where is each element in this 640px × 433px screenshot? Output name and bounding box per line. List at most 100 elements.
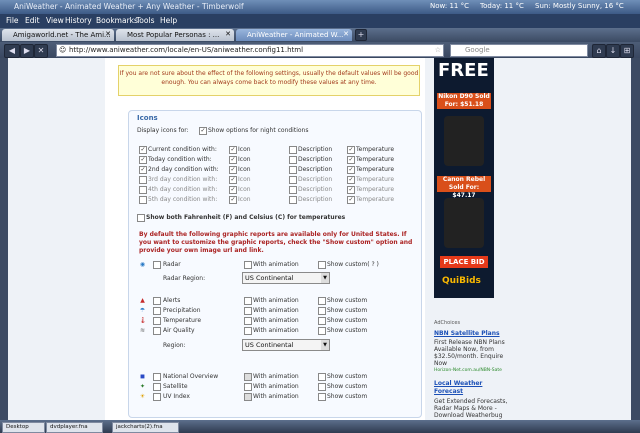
air-quality-checkbox[interactable] <box>153 327 161 335</box>
taskbar-desktop[interactable]: Desktop <box>2 422 45 433</box>
ad-brand-logo: QuiBids <box>442 276 481 286</box>
national-overview-checkbox[interactable] <box>153 373 161 381</box>
panel-title: Icons <box>137 114 158 122</box>
temperature-custom-checkbox[interactable] <box>318 317 326 325</box>
row-label: 5th day condition with: <box>148 196 218 203</box>
taskbar: Desktop dvdplayer.fna jackcharts(2).fna <box>0 420 640 433</box>
row-checkbox[interactable] <box>139 196 147 204</box>
row-checkbox[interactable] <box>139 186 147 194</box>
bookmark-star-icon[interactable]: ☆ <box>435 45 441 56</box>
precipitation-custom-checkbox[interactable] <box>318 307 326 315</box>
fahrenheit-checkbox[interactable] <box>137 214 145 222</box>
back-button[interactable]: ◀ <box>4 44 20 58</box>
camera-icon <box>444 116 484 166</box>
navigation-bar: ◀ ▶ ✕ ☺ http://www.aniweather.com/locale… <box>0 42 640 58</box>
region-select[interactable]: US Continental ▼ <box>242 339 330 351</box>
downloads-button[interactable]: ↓ <box>606 44 620 58</box>
banner-ad[interactable]: FREE Nikon D90 Sold For: $51.18 Canon Re… <box>434 58 494 298</box>
uv-index-checkbox[interactable] <box>153 393 161 401</box>
icon-checkbox[interactable]: ✓ <box>229 146 237 154</box>
uv-index-custom-checkbox[interactable] <box>318 393 326 401</box>
row-label: 3rd day condition with: <box>148 176 218 183</box>
temperature-checkbox[interactable]: ✓ <box>347 166 355 174</box>
description-checkbox[interactable] <box>289 146 297 154</box>
menu-edit[interactable]: Edit <box>25 16 40 25</box>
menu-history[interactable]: History <box>65 16 92 25</box>
description-checkbox[interactable] <box>289 156 297 164</box>
row-checkbox[interactable]: ✓ <box>139 156 147 164</box>
row-checkbox[interactable]: ✓ <box>139 146 147 154</box>
air-quality-animation-checkbox[interactable] <box>244 327 252 335</box>
alerts-custom-checkbox[interactable] <box>318 297 326 305</box>
radar-custom-checkbox[interactable] <box>318 261 326 269</box>
description-checkbox[interactable] <box>289 166 297 174</box>
description-checkbox[interactable] <box>289 186 297 194</box>
close-icon[interactable]: ✕ <box>343 30 349 38</box>
icon-checkbox[interactable]: ✓ <box>229 156 237 164</box>
weather-sun[interactable]: Sun: Mostly Sunny, 16 °C <box>535 2 624 10</box>
taskbar-dvdplayer[interactable]: dvdplayer.fna <box>46 422 103 433</box>
menu-file[interactable]: File <box>6 16 19 25</box>
row-checkbox[interactable] <box>139 176 147 184</box>
menu-bookmarks[interactable]: Bookmarks <box>96 16 138 25</box>
night-options-checkbox[interactable]: ✓ <box>199 127 207 135</box>
national-overview-custom-checkbox[interactable] <box>318 373 326 381</box>
fahrenheit-label: Show both Fahrenheit (F) and Celsius (C)… <box>146 214 346 221</box>
alerts-checkbox[interactable] <box>153 297 161 305</box>
precipitation-animation-checkbox[interactable] <box>244 307 252 315</box>
extension-button[interactable]: ⊞ <box>620 44 634 58</box>
weather-ad-link[interactable]: Local Weather Forecast <box>434 380 504 396</box>
chevron-down-icon: ▼ <box>321 340 329 350</box>
icon-checkbox[interactable]: ✓ <box>229 196 237 204</box>
satellite-checkbox[interactable] <box>153 383 161 391</box>
scrollbar[interactable] <box>631 58 640 420</box>
icon-checkbox[interactable]: ✓ <box>229 166 237 174</box>
satellite-animation-checkbox[interactable] <box>244 383 252 391</box>
nbn-ad-link[interactable]: NBN Satellite Plans <box>434 330 500 337</box>
url-bar[interactable]: ☺ http://www.aniweather.com/locale/en-US… <box>56 44 444 57</box>
new-tab-button[interactable]: + <box>355 29 367 41</box>
temperature-checkbox[interactable]: ✓ <box>347 176 355 184</box>
uv-index-animation-checkbox[interactable] <box>244 393 252 401</box>
place-bid-button[interactable]: PLACE BID <box>440 256 488 268</box>
menu-view[interactable]: View <box>46 16 64 25</box>
search-input[interactable]: Google <box>450 44 588 57</box>
description-checkbox[interactable] <box>289 196 297 204</box>
tab-amigaworld[interactable]: Amigaworld.net - The Ami... ✕ <box>2 29 114 41</box>
description-checkbox[interactable] <box>289 176 297 184</box>
tab-personas[interactable]: Most Popular Personas : ... ✕ <box>116 29 234 41</box>
satellite-custom-checkbox[interactable] <box>318 383 326 391</box>
adchoices-label[interactable]: AdChoices <box>434 320 460 326</box>
ad-canon-label: Canon Rebel Sold For: $47.17 <box>437 176 491 199</box>
temperature-checkbox[interactable]: ✓ <box>347 156 355 164</box>
alerts-animation-checkbox[interactable] <box>244 297 252 305</box>
temperature-checkbox[interactable]: ✓ <box>347 186 355 194</box>
close-icon[interactable]: ✕ <box>225 30 231 38</box>
menu-tools[interactable]: Tools <box>136 16 154 25</box>
tab-aniweather[interactable]: AniWeather - Animated W... ✕ <box>236 29 352 41</box>
home-button[interactable]: ⌂ <box>592 44 606 58</box>
radar-checkbox[interactable] <box>153 261 161 269</box>
stop-button[interactable]: ✕ <box>34 44 48 58</box>
temperature-checkbox[interactable]: ✓ <box>347 146 355 154</box>
radar-animation-checkbox[interactable] <box>244 261 252 269</box>
national-overview-animation-checkbox[interactable] <box>244 373 252 381</box>
nbn-ad-url[interactable]: Horizon-Net.com.au/NBN-Sate <box>434 368 524 373</box>
temperature-animation-checkbox[interactable] <box>244 317 252 325</box>
taskbar-jackcharts[interactable]: jackcharts(2).fna <box>112 422 179 433</box>
forward-button[interactable]: ▶ <box>20 44 34 58</box>
icon-checkbox[interactable]: ✓ <box>229 186 237 194</box>
weather-now[interactable]: Now: 11 °C <box>430 2 469 10</box>
row-checkbox[interactable]: ✓ <box>139 166 147 174</box>
precipitation-checkbox[interactable] <box>153 307 161 315</box>
icon-checkbox[interactable]: ✓ <box>229 176 237 184</box>
row-label: Today condition with: <box>148 156 212 163</box>
menu-help[interactable]: Help <box>160 16 177 25</box>
close-icon[interactable]: ✕ <box>105 30 111 38</box>
weather-today[interactable]: Today: 11 °C <box>480 2 524 10</box>
air-quality-custom-checkbox[interactable] <box>318 327 326 335</box>
us-map-icon: ◼ <box>140 373 145 380</box>
temperature-report-checkbox[interactable] <box>153 317 161 325</box>
temperature-checkbox[interactable]: ✓ <box>347 196 355 204</box>
radar-region-select[interactable]: US Continental ▼ <box>242 272 330 284</box>
